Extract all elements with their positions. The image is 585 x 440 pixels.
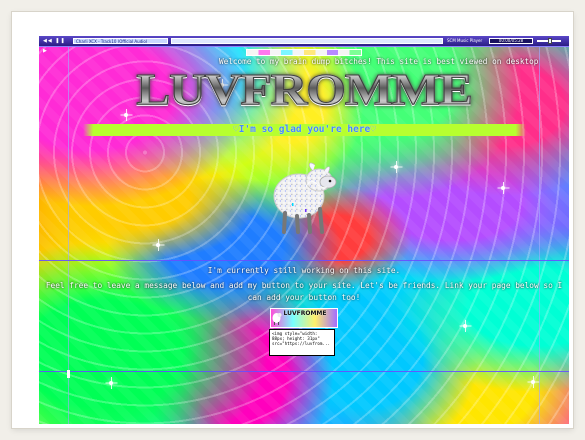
section-separator xyxy=(39,260,569,261)
sparkle-icon xyxy=(109,377,113,389)
embed-code-box[interactable]: <img style="width: 88px; height: 31px" s… xyxy=(269,329,335,356)
lower-separator xyxy=(39,371,569,372)
screenshot-frame: ◀◀ ❚❚ ▶ Charli XCX - Track10 (Official A… xyxy=(12,12,573,428)
player-controls[interactable]: ◀◀ ❚❚ ▶ xyxy=(43,36,67,54)
sparkle-icon xyxy=(463,320,467,332)
playback-time: 00:00/05:28 xyxy=(489,38,533,44)
sparkle-icon xyxy=(531,376,535,388)
player-name: SCM Music Player xyxy=(447,38,483,43)
site-button-88x31[interactable]: LUVFROMME xyxy=(270,308,338,328)
working-message: I'm currently still working on this site… xyxy=(207,266,401,275)
glad-banner-text: ♡I'm so glad you're here♡ xyxy=(233,124,376,135)
friend-message: Feel free to leave a message below and a… xyxy=(45,281,563,302)
volume-slider[interactable] xyxy=(537,38,561,44)
site-logo: LUVFROMME xyxy=(74,65,534,114)
glad-banner: ♡I'm so glad you're here♡ xyxy=(47,124,562,136)
sheep-icon xyxy=(273,162,337,234)
small-page-widget[interactable] xyxy=(67,370,70,378)
site-button-label: LUVFROMME xyxy=(283,310,327,317)
website-viewport: ◀◀ ❚❚ ▶ Charli XCX - Track10 (Official A… xyxy=(39,36,569,424)
glitter-sheep-image xyxy=(268,152,340,234)
sparkle-icon xyxy=(394,161,398,173)
sparkle-icon xyxy=(501,182,505,194)
glitter-banner xyxy=(246,49,362,56)
music-player: ◀◀ ❚❚ ▶ Charli XCX - Track10 (Official A… xyxy=(39,36,569,54)
volume-knob[interactable] xyxy=(548,38,552,44)
playback-progress[interactable] xyxy=(171,38,443,44)
site-logo-text: LUVFROMME xyxy=(39,65,569,114)
sparkle-icon xyxy=(156,239,160,251)
track-title: Charli XCX - Track10 (Official Audio) xyxy=(73,38,168,44)
